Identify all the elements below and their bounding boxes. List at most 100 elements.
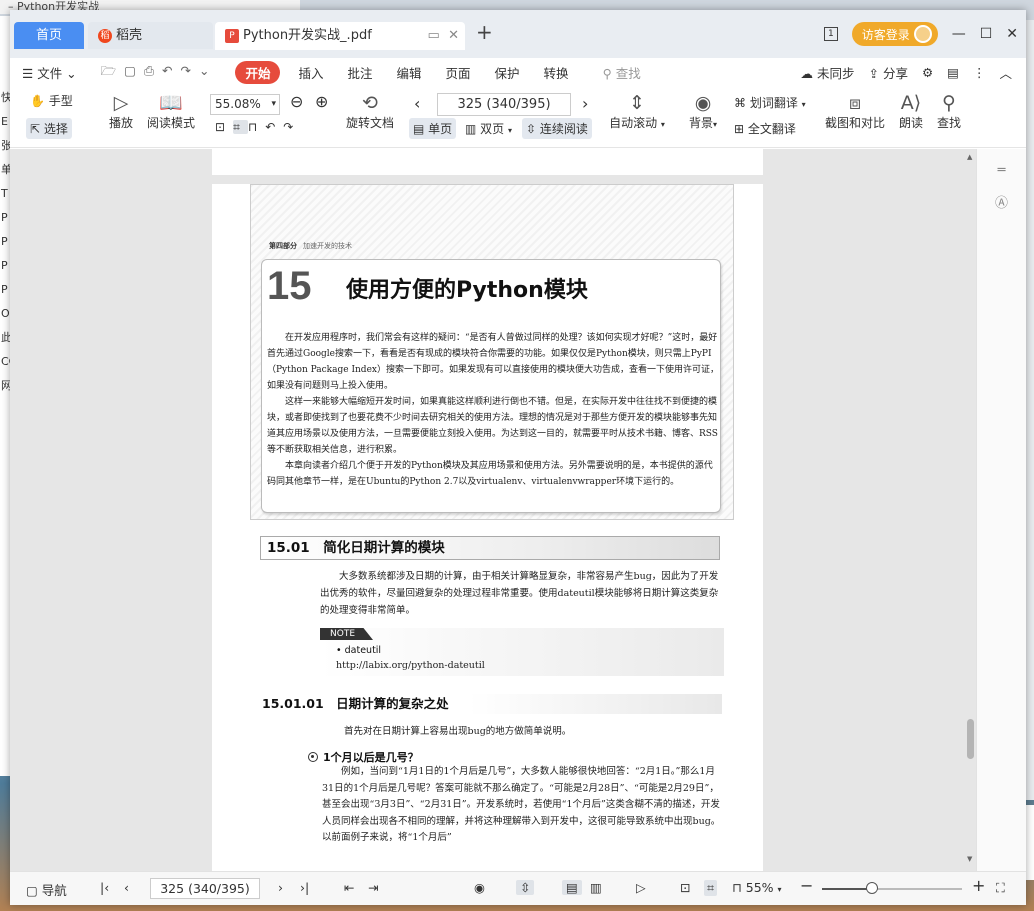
play-status-icon[interactable]: ▷ bbox=[636, 880, 646, 895]
single-page-button[interactable]: ▤ 单页 bbox=[409, 118, 457, 139]
chapter-intro: 在开发应用程序时，我们常会有这样的疑问：“是否有人曾做过同样的处理？该如何实现才… bbox=[267, 330, 719, 490]
actual-size-status-icon[interactable]: ⊡ bbox=[680, 880, 690, 895]
fit-page-icon[interactable]: ⌗ bbox=[233, 120, 248, 134]
rotate-left-icon[interactable]: ↶ bbox=[265, 120, 283, 134]
menu-protect[interactable]: 保护 bbox=[483, 63, 532, 82]
navigation-toggle[interactable]: ▢ 导航 bbox=[26, 880, 67, 899]
zoom-in-status-icon[interactable]: + bbox=[972, 876, 985, 895]
rotate-right-icon[interactable]: ↷ bbox=[283, 120, 301, 134]
eye-protection-icon[interactable]: ◉ bbox=[474, 880, 485, 895]
zoom-slider[interactable] bbox=[822, 882, 962, 894]
zoom-slider-knob[interactable] bbox=[866, 882, 878, 894]
chevron-down-icon: ▾ bbox=[660, 120, 665, 129]
hand-icon: ✋ bbox=[30, 94, 45, 108]
zoom-status[interactable]: ⊓ 55% ▾ bbox=[732, 880, 782, 895]
tab-daoke[interactable]: 稻稻壳 bbox=[88, 22, 213, 49]
new-tab-button[interactable]: + bbox=[476, 20, 493, 44]
menu-file-label: 文件 bbox=[37, 65, 63, 81]
save-icon[interactable]: ▢ bbox=[124, 63, 144, 78]
zoom-out-status-icon[interactable]: − bbox=[800, 876, 813, 895]
login-button[interactable]: 访客登录 bbox=[851, 22, 938, 46]
note-url[interactable]: http://labix.org/python-dateutil bbox=[336, 660, 485, 671]
panel-toggle-icon[interactable]: ═ bbox=[977, 163, 1026, 178]
crop-compare-button[interactable]: ⧈ 截图和对比 bbox=[822, 92, 888, 131]
tab-home[interactable]: 首页 bbox=[14, 22, 84, 49]
dropdown-icon[interactable]: ⌄ bbox=[199, 63, 217, 78]
scroll-up-icon[interactable]: ▲ bbox=[967, 153, 972, 161]
share-button[interactable]: ⇪ 分享 bbox=[868, 63, 907, 82]
play-button[interactable]: ▷ 播放 bbox=[106, 92, 136, 131]
forward-icon[interactable]: ⇥ bbox=[368, 880, 378, 895]
read-mode-button[interactable]: 📖 阅读模式 bbox=[146, 92, 196, 131]
continuous-read-button[interactable]: ⇳ 连续阅读 bbox=[522, 118, 592, 139]
side-toolbar: ═ Ⓐ bbox=[976, 149, 1026, 871]
first-page-icon[interactable]: |‹ bbox=[100, 880, 109, 895]
menu-start[interactable]: 开始 bbox=[235, 60, 281, 84]
next-page-icon[interactable]: › bbox=[582, 94, 588, 113]
menu-annotate[interactable]: 批注 bbox=[335, 63, 384, 82]
bullet-title: 1个月以后是几号？ bbox=[323, 751, 419, 764]
section-paragraph: 大多数系统都涉及日期的计算，由于相关计算略显复杂，非常容易产生bug，因此为了开… bbox=[320, 571, 719, 616]
back-icon[interactable]: ⇤ bbox=[344, 880, 354, 895]
document-viewport[interactable]: 第四部分 加速开发的技术 15 使用方便的Python模块 在开发应用程序时，我们… bbox=[10, 149, 1026, 871]
part-subtitle: 加速开发的技术 bbox=[303, 242, 352, 250]
read-aloud-button[interactable]: A⟩ 朗读 bbox=[896, 92, 926, 131]
fullscreen-icon[interactable]: ⛶ bbox=[996, 880, 1005, 896]
comment-icon[interactable]: ▤ bbox=[947, 65, 959, 80]
find-button[interactable]: ⚲ 查找 bbox=[934, 92, 964, 131]
menu-edit[interactable]: 编辑 bbox=[385, 63, 434, 82]
double-page-button[interactable]: ▥ 双页 ▾ bbox=[465, 120, 512, 137]
hand-label: 手型 bbox=[48, 94, 73, 108]
zoom-select[interactable]: 55.08% ▾ bbox=[210, 94, 280, 115]
print-icon[interactable]: ⎙ bbox=[144, 63, 162, 78]
menu-convert[interactable]: 转换 bbox=[532, 63, 581, 82]
scroll-down-icon[interactable]: ▼ bbox=[967, 855, 972, 863]
background-button[interactable]: ◉ 背景▾ bbox=[686, 92, 720, 131]
zoom-value: 55.08% bbox=[215, 97, 261, 111]
zoom-out-icon[interactable]: ⊖ bbox=[290, 92, 303, 111]
last-page-icon[interactable]: ›| bbox=[300, 880, 309, 895]
prev-page-icon[interactable]: ‹ bbox=[414, 94, 420, 113]
full-translate-button[interactable]: ⊞ 全文翻译 bbox=[734, 120, 796, 137]
more-vertical-icon[interactable]: ⋮ bbox=[973, 65, 986, 80]
auto-scroll-button[interactable]: ⇕ 自动滚动 ▾ bbox=[608, 92, 666, 131]
menu-search[interactable]: ⚲ 查找 bbox=[591, 63, 653, 82]
settings-icon[interactable]: ⚙ bbox=[922, 65, 933, 80]
hand-tool[interactable]: ✋ 手型 bbox=[30, 92, 73, 109]
menu-file[interactable]: ☰ 文件 ⌄ bbox=[10, 63, 89, 82]
tab-float-icon[interactable]: ▭ bbox=[428, 28, 440, 43]
status-page-input[interactable]: 325 (340/395) bbox=[150, 878, 260, 899]
tab-close-icon[interactable]: ✕ bbox=[448, 28, 459, 43]
fit-width-icon[interactable]: ⊓ bbox=[248, 120, 265, 134]
single-view-icon[interactable]: ▤ bbox=[562, 880, 582, 895]
word-translate-button[interactable]: ⌘ 划词翻译 ▾ bbox=[734, 94, 806, 111]
prev-page-status-icon[interactable]: ‹ bbox=[124, 880, 129, 895]
zoom-in-icon[interactable]: ⊕ bbox=[315, 92, 328, 111]
menu-page[interactable]: 页面 bbox=[434, 63, 483, 82]
select-tool[interactable]: ⇱ 选择 bbox=[26, 118, 72, 139]
double-view-icon[interactable]: ▥ bbox=[590, 880, 602, 895]
collapse-ribbon-icon[interactable]: ︿ bbox=[999, 63, 1012, 82]
next-page-status-icon[interactable]: › bbox=[278, 880, 283, 895]
scroll-thumb[interactable] bbox=[967, 719, 974, 759]
redo-icon[interactable]: ↷ bbox=[180, 63, 198, 78]
rotate-label: 旋转文档 bbox=[345, 116, 394, 130]
ocr-icon[interactable]: Ⓐ bbox=[977, 192, 1026, 211]
undo-icon[interactable]: ↶ bbox=[162, 63, 180, 78]
actual-size-icon[interactable]: ⊡ bbox=[215, 120, 233, 134]
page-number-input[interactable]: 325 (340/395) bbox=[437, 93, 571, 116]
sync-status[interactable]: ☁ 未同步 bbox=[800, 63, 854, 82]
section-body: 大多数系统都涉及日期的计算，由于相关计算略显复杂，非常容易产生bug，因此为了开… bbox=[320, 568, 724, 619]
menu-insert[interactable]: 插入 bbox=[286, 63, 335, 82]
maximize-button[interactable]: ☐ bbox=[980, 26, 993, 42]
fit-page-status-icon[interactable]: ⌗ bbox=[704, 880, 718, 896]
rotate-icon: ⟲ bbox=[362, 92, 378, 114]
close-button[interactable]: ✕ bbox=[1006, 26, 1018, 42]
continuous-view-icon[interactable]: ⇳ bbox=[516, 880, 535, 895]
open-icon[interactable]: 🗁 bbox=[101, 63, 125, 78]
minimize-button[interactable]: — bbox=[952, 26, 966, 42]
rotate-document-button[interactable]: ⟲ 旋转文档 bbox=[344, 92, 396, 131]
tab-pdf-document[interactable]: P Python开发实战_.pdf ▭ ✕ bbox=[215, 22, 465, 50]
page-count-icon[interactable]: 1 bbox=[823, 27, 838, 41]
vertical-scrollbar[interactable]: ▲ ▼ bbox=[964, 149, 976, 871]
